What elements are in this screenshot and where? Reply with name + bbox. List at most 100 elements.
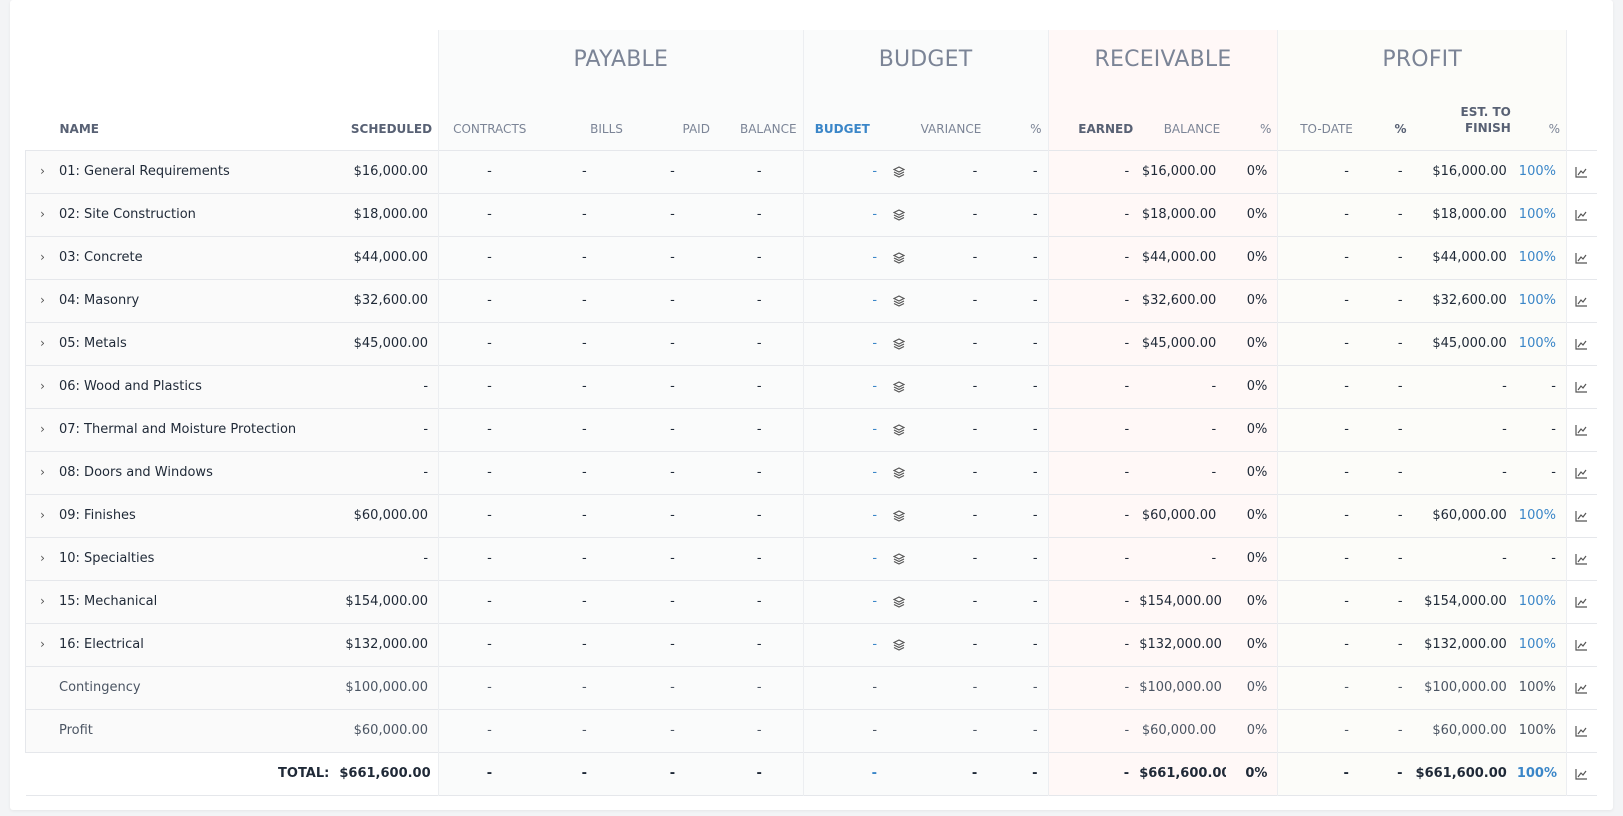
table-row[interactable]: › 07: Thermal and Moisture Protection - -… [25, 408, 1597, 451]
header-scheduled[interactable]: SCHEDULED [339, 88, 438, 150]
chevron-right-icon[interactable]: › [26, 422, 59, 436]
line-chart-icon[interactable] [1566, 580, 1597, 623]
budget-value-link[interactable]: - [802, 236, 888, 279]
chevron-right-icon[interactable]: › [26, 637, 59, 651]
header-est-to-finish[interactable]: EST. TO FINISH [1412, 88, 1517, 150]
chevron-right-icon[interactable]: › [26, 250, 59, 264]
table-row[interactable]: › 05: Metals $45,000.00 - - - - - - - - $… [25, 322, 1597, 365]
line-chart-icon[interactable] [1566, 322, 1597, 365]
bills-cell: - [539, 279, 629, 322]
table-row[interactable]: › 06: Wood and Plastics - - - - - - - - -… [25, 365, 1597, 408]
budget-value-link[interactable]: - [802, 408, 888, 451]
line-chart-icon[interactable] [1566, 365, 1597, 408]
budget-value-link[interactable]: - [802, 666, 888, 709]
line-chart-icon[interactable] [1566, 709, 1597, 752]
est-finish-cell: $132,000.00 [1412, 623, 1517, 666]
variance-cell: - [910, 494, 988, 537]
header-profit-pct[interactable]: % [1358, 88, 1413, 150]
line-chart-icon[interactable] [1566, 537, 1597, 580]
header-est-pct[interactable]: % [1516, 88, 1567, 150]
total-row[interactable]: TOTAL: $661,600.00 - - - - - - - - $661,… [25, 752, 1597, 795]
chevron-right-icon[interactable]: › [26, 551, 59, 565]
line-chart-icon[interactable] [1566, 193, 1597, 236]
line-chart-icon[interactable] [1566, 408, 1597, 451]
header-payable-balance[interactable]: BALANCE [715, 88, 804, 150]
table-row[interactable]: › 16: Electrical $132,000.00 - - - - - - … [25, 623, 1597, 666]
budget-value-link[interactable]: - [802, 150, 888, 193]
row-name: 06: Wood and Plastics [59, 379, 202, 394]
row-name: 03: Concrete [59, 250, 143, 265]
chevron-right-icon[interactable]: › [26, 594, 59, 608]
variance-cell: - [910, 666, 988, 709]
table-row[interactable]: › 01: General Requirements $16,000.00 - -… [25, 150, 1597, 193]
header-variance[interactable]: VARIANCE [910, 88, 988, 150]
table-row[interactable]: › 02: Site Construction $18,000.00 - - - … [25, 193, 1597, 236]
layers-icon[interactable] [887, 537, 911, 580]
receivable-balance-cell: $60,000.00 [1139, 709, 1227, 752]
est-pct-cell: 100% [1516, 494, 1567, 537]
table-row[interactable]: › 10: Specialties - - - - - - - - - - 0% … [25, 537, 1597, 580]
to-date-cell: - [1277, 580, 1359, 623]
budget-value-link[interactable]: - [802, 279, 888, 322]
budget-value-link[interactable]: - [802, 365, 888, 408]
header-to-date[interactable]: TO-DATE [1277, 88, 1359, 150]
header-earned[interactable]: EARNED [1047, 88, 1140, 150]
header-receivable-pct[interactable]: % [1226, 88, 1278, 150]
table-row[interactable]: Contingency $100,000.00 - - - - - - - - … [25, 666, 1597, 709]
budget-value-link[interactable]: - [802, 580, 888, 623]
earned-cell: - [1047, 623, 1140, 666]
table-row[interactable]: › 08: Doors and Windows - - - - - - - - -… [25, 451, 1597, 494]
header-budget[interactable]: BUDGET [802, 88, 888, 150]
chevron-right-icon[interactable]: › [26, 293, 59, 307]
line-chart-icon[interactable] [1566, 623, 1597, 666]
layers-icon[interactable] [887, 408, 911, 451]
header-contracts[interactable]: CONTRACTS [438, 88, 540, 150]
table-row[interactable]: › 04: Masonry $32,600.00 - - - - - - - - … [25, 279, 1597, 322]
layers-icon[interactable] [887, 279, 911, 322]
layers-icon[interactable] [887, 365, 911, 408]
budget-value-link[interactable]: - [802, 623, 888, 666]
budget-value-link[interactable]: - [802, 709, 888, 752]
header-bills[interactable]: BILLS [539, 88, 629, 150]
budget-value-link[interactable]: - [802, 322, 888, 365]
line-chart-icon[interactable] [1566, 451, 1597, 494]
line-chart-icon[interactable] [1566, 150, 1597, 193]
line-chart-icon[interactable] [1566, 236, 1597, 279]
budget-value-link[interactable]: - [802, 752, 888, 795]
layers-icon[interactable] [887, 150, 911, 193]
table-row[interactable]: › 15: Mechanical $154,000.00 - - - - - - … [25, 580, 1597, 623]
line-chart-icon[interactable] [1566, 494, 1597, 537]
layers-icon[interactable] [887, 494, 911, 537]
chevron-right-icon[interactable]: › [26, 207, 59, 221]
budget-value-link[interactable]: - [802, 494, 888, 537]
header-paid[interactable]: PAID [628, 88, 716, 150]
layers-icon[interactable] [887, 623, 911, 666]
line-chart-icon[interactable] [1566, 279, 1597, 322]
header-receivable-balance[interactable]: BALANCE [1139, 88, 1227, 150]
chevron-right-icon[interactable]: › [26, 164, 59, 178]
table-row[interactable]: › 09: Finishes $60,000.00 - - - - - - - -… [25, 494, 1597, 537]
budget-value-link[interactable]: - [802, 451, 888, 494]
header-name[interactable]: NAME [26, 88, 340, 150]
chevron-right-icon[interactable]: › [26, 508, 59, 522]
scheduled-cell: $16,000.00 [339, 150, 439, 193]
budget-pct-cell: - [987, 537, 1049, 580]
header-budget-pct[interactable]: % [987, 88, 1049, 150]
layers-icon[interactable] [887, 193, 911, 236]
earned-cell: - [1047, 150, 1140, 193]
budget-value-link[interactable]: - [802, 193, 888, 236]
layers-icon[interactable] [887, 236, 911, 279]
chevron-right-icon[interactable]: › [26, 465, 59, 479]
payable-balance-cell: - [715, 279, 804, 322]
layers-icon[interactable] [887, 580, 911, 623]
chevron-right-icon[interactable]: › [26, 336, 59, 350]
chevron-right-icon[interactable]: › [26, 379, 59, 393]
row-name: 08: Doors and Windows [59, 465, 213, 480]
layers-icon[interactable] [887, 322, 911, 365]
line-chart-icon[interactable] [1566, 666, 1597, 709]
table-row[interactable]: Profit $60,000.00 - - - - - - - - $60,00… [25, 709, 1597, 752]
table-row[interactable]: › 03: Concrete $44,000.00 - - - - - - - -… [25, 236, 1597, 279]
budget-value-link[interactable]: - [802, 537, 888, 580]
line-chart-icon[interactable] [1566, 752, 1597, 795]
layers-icon[interactable] [887, 451, 911, 494]
